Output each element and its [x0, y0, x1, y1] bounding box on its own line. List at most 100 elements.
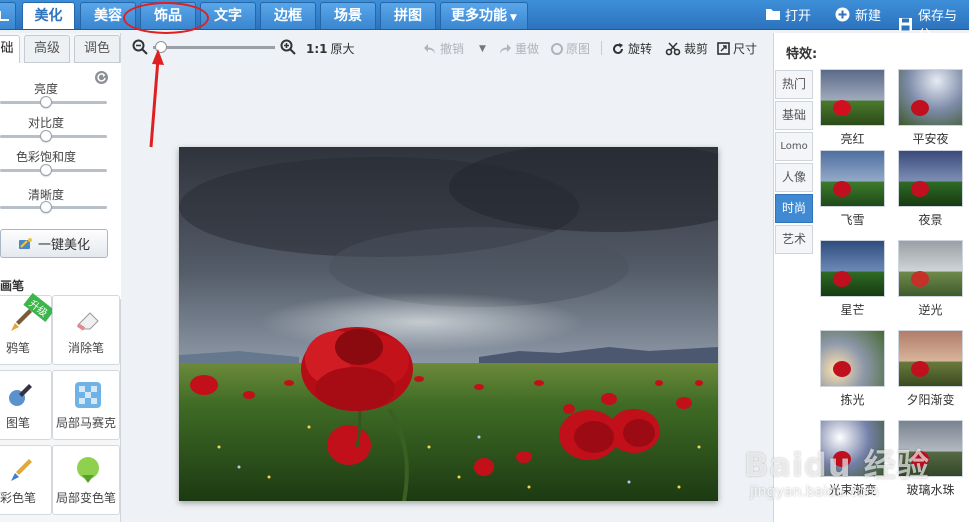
pen-icon [5, 380, 35, 410]
effect-thumbnail [820, 150, 885, 207]
original-circle-icon [551, 42, 563, 55]
undo-button[interactable]: 撤销 ▼ [423, 40, 486, 57]
color-brush-icon [5, 455, 35, 485]
saturation-slider-knob[interactable] [40, 164, 52, 176]
brightness-slider[interactable] [0, 101, 107, 104]
effect-label: 逆光 [918, 303, 943, 317]
effect-pick-light[interactable]: 拣光 [820, 330, 885, 408]
adjust-subtabs: 础 高级 调色 [0, 33, 121, 63]
save-icon [898, 17, 913, 32]
tool-eraser-pen[interactable]: 消除笔 [52, 295, 120, 365]
annotation-arrow [149, 49, 164, 148]
open-button[interactable]: 打开 [765, 5, 811, 24]
edited-photo[interactable] [179, 147, 718, 501]
poppy-dot [911, 181, 929, 197]
effects-title: 特效: [786, 47, 818, 62]
effect-label: 夜景 [918, 213, 943, 227]
undo-icon [423, 43, 437, 55]
tool-local-mosaic[interactable]: 局部马赛克 [52, 370, 120, 440]
tool-color-brush[interactable]: 彩色笔 [0, 445, 52, 515]
tab-scene[interactable]: 场景 [320, 2, 376, 29]
tool-image-pen[interactable]: 图笔 [0, 370, 52, 440]
poppy-dot [833, 100, 851, 116]
one-key-beautify-button[interactable]: 一键美化 [0, 229, 108, 258]
effect-thumbnail [898, 69, 963, 126]
home-icon [0, 11, 9, 21]
brightness-slider-knob[interactable] [40, 96, 52, 108]
brightness-label: 亮度 [33, 82, 58, 96]
resize-icon [717, 42, 730, 55]
effect-starburst[interactable]: 星芒 [820, 240, 885, 318]
saturation-label: 色彩饱和度 [15, 150, 76, 164]
plus-circle-icon [835, 7, 850, 22]
toolbar-divider [601, 41, 602, 55]
category-fashion[interactable]: 时尚 [775, 194, 813, 223]
category-lomo[interactable]: Lomo [775, 132, 813, 161]
effect-thumbnail [820, 240, 885, 297]
tab-more-functions[interactable]: 更多功能 ▼ [440, 2, 528, 29]
new-button[interactable]: 新建 [835, 5, 881, 24]
watermark-brand: Baidu 经验 [744, 446, 930, 484]
poppy-dot [911, 100, 929, 116]
zoom-in-icon[interactable] [280, 39, 296, 55]
tool-doodle-brush[interactable]: 升级 鸦笔 [0, 292, 55, 365]
subtab-advanced[interactable]: 高级 [24, 35, 70, 63]
photo-poppy-field [179, 147, 718, 501]
tab-home-partial[interactable] [0, 2, 16, 29]
redo-icon [498, 43, 512, 55]
zoom-slider[interactable] [153, 46, 275, 49]
open-label: 打开 [785, 9, 812, 24]
subtab-basic[interactable]: 础 [0, 35, 20, 63]
effect-label: 平安夜 [912, 132, 949, 146]
sharpness-slider-knob[interactable] [40, 201, 52, 213]
effect-night-scene[interactable]: 夜景 [898, 150, 963, 228]
undo-dropdown-icon[interactable]: ▼ [479, 44, 486, 54]
effect-label: 星芒 [840, 303, 865, 317]
rotate-button[interactable]: 旋转 [611, 40, 652, 57]
tool-doodle-label: 鸦笔 [5, 341, 30, 355]
tool-local-mosaic-label: 局部马赛克 [55, 416, 116, 430]
effect-flying-snow[interactable]: 飞雪 [820, 150, 885, 228]
mosaic-icon [73, 380, 103, 410]
effect-label: 飞雪 [840, 213, 865, 227]
saturation-slider[interactable] [0, 169, 107, 172]
tool-local-color-change-label: 局部变色笔 [55, 491, 116, 505]
reset-icon[interactable] [95, 71, 108, 84]
size-button[interactable]: 尺寸 [717, 40, 757, 57]
rotate-label: 旋转 [628, 42, 653, 56]
redo-button[interactable]: 重做 [498, 40, 539, 57]
effect-label: 亮红 [840, 132, 865, 146]
effect-thumbnail [820, 69, 885, 126]
effect-bright-red[interactable]: 亮红 [820, 69, 885, 147]
tab-beautify[interactable]: 美化 [22, 2, 75, 29]
category-art[interactable]: 艺术 [775, 225, 813, 254]
tool-local-color-change[interactable]: 局部变色笔 [52, 445, 120, 515]
category-portrait[interactable]: 人像 [775, 163, 813, 192]
crop-button[interactable]: 裁剪 [665, 40, 708, 57]
effect-sunset-gradient[interactable]: 夕阳渐变 [898, 330, 963, 408]
poppy-dot [911, 361, 929, 377]
tab-collage[interactable]: 拼图 [380, 2, 436, 29]
crop-label: 裁剪 [684, 42, 709, 56]
original-image-button[interactable]: 原图 [551, 40, 590, 57]
actual-size-button[interactable]: 1:1 原大 [306, 40, 355, 57]
contrast-slider[interactable] [0, 135, 107, 138]
category-hot[interactable]: 热门 [775, 70, 813, 99]
category-basic[interactable]: 基础 [775, 101, 813, 130]
effect-backlight[interactable]: 逆光 [898, 240, 963, 318]
poppy-dot [911, 271, 929, 287]
tool-eraser-label: 消除笔 [67, 341, 104, 355]
original-label: 原图 [566, 42, 591, 56]
effect-silent-night[interactable]: 平安夜 [898, 69, 963, 147]
sharpness-slider[interactable] [0, 206, 107, 209]
contrast-slider-knob[interactable] [40, 130, 52, 142]
effect-thumbnail [898, 240, 963, 297]
contrast-label: 对比度 [27, 116, 64, 130]
subtab-color[interactable]: 调色 [74, 35, 120, 63]
tab-border[interactable]: 边框 [260, 2, 316, 29]
tool-image-pen-label: 图笔 [5, 416, 30, 430]
tab-more-label: 更多功能 [451, 8, 508, 24]
poppy-dot [833, 271, 851, 287]
color-change-icon [73, 455, 103, 485]
effect-label: 夕阳渐变 [906, 393, 955, 407]
